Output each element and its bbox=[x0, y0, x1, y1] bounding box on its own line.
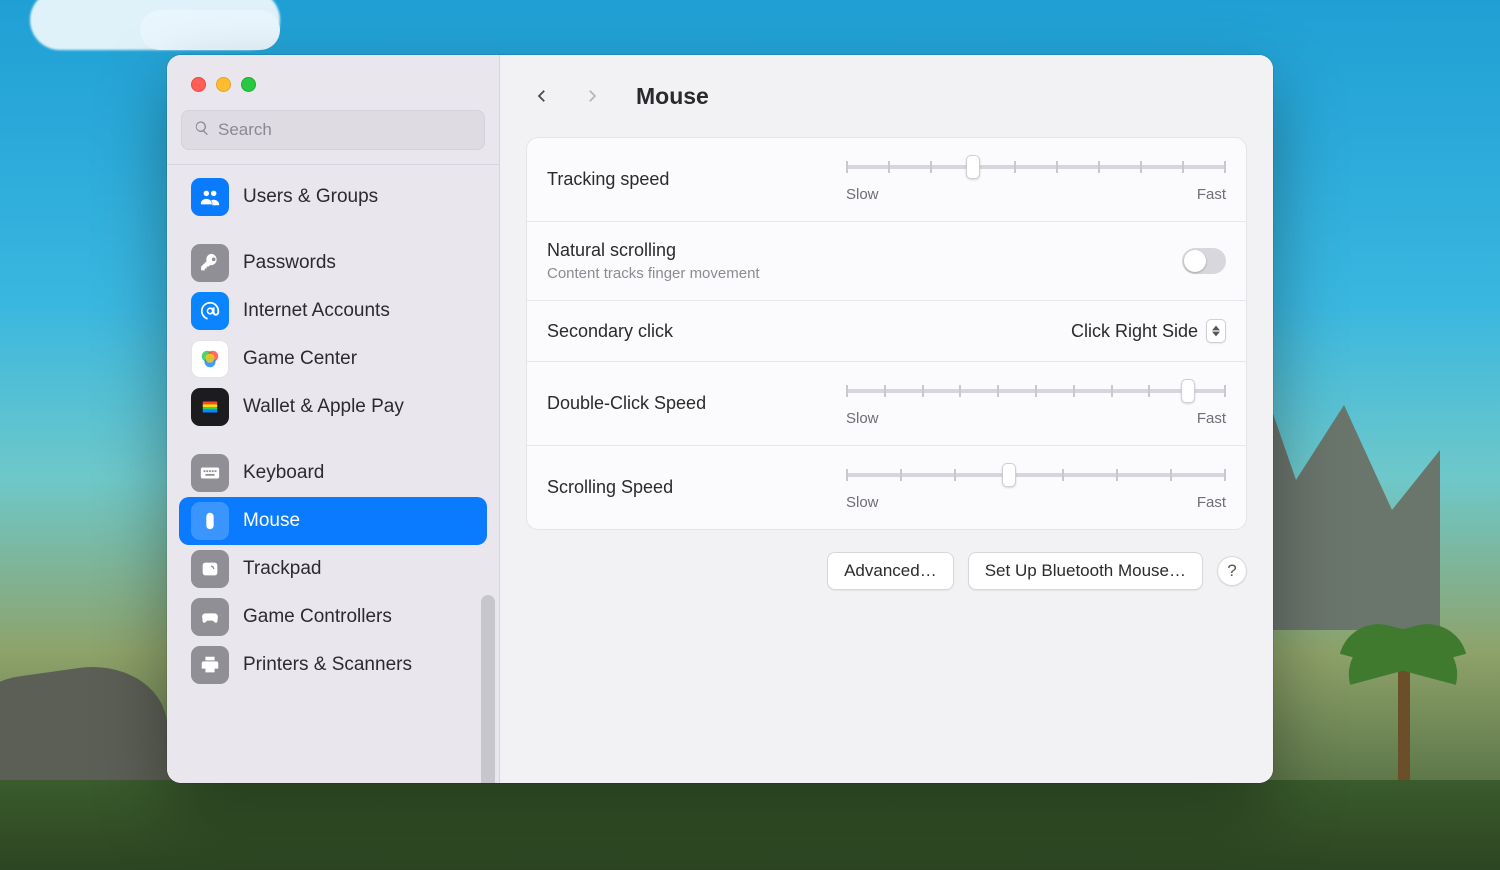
sidebar-items: Users & Groups Passwords Internet Accoun… bbox=[167, 165, 499, 783]
scrolling-speed-slider[interactable] bbox=[846, 464, 1226, 486]
sidebar-item-game-center[interactable]: Game Center bbox=[179, 335, 487, 383]
slider-min-label: Slow bbox=[846, 494, 879, 511]
footer-buttons: Advanced… Set Up Bluetooth Mouse… ? bbox=[526, 552, 1247, 590]
secondary-click-label: Secondary click bbox=[547, 321, 673, 342]
minimize-window-button[interactable] bbox=[216, 77, 231, 92]
sidebar-scrollbar[interactable] bbox=[481, 595, 495, 783]
slider-min-label: Slow bbox=[846, 186, 879, 203]
sidebar-item-label: Passwords bbox=[243, 252, 336, 274]
sidebar: Users & Groups Passwords Internet Accoun… bbox=[167, 55, 500, 783]
slider-max-label: Fast bbox=[1197, 410, 1226, 427]
sidebar-item-wallet[interactable]: Wallet & Apple Pay bbox=[179, 383, 487, 431]
mouse-icon bbox=[191, 502, 229, 540]
search-field[interactable] bbox=[181, 110, 485, 150]
search-icon bbox=[194, 120, 210, 141]
header: Mouse bbox=[500, 55, 1273, 137]
controller-icon bbox=[191, 598, 229, 636]
users-icon bbox=[191, 178, 229, 216]
help-button[interactable]: ? bbox=[1217, 556, 1247, 586]
natural-scrolling-toggle[interactable] bbox=[1182, 248, 1226, 274]
gamecenter-icon bbox=[191, 340, 229, 378]
secondary-click-value: Click Right Side bbox=[1071, 321, 1198, 342]
printer-icon bbox=[191, 646, 229, 684]
natural-scrolling-label: Natural scrolling bbox=[547, 240, 760, 261]
sidebar-item-label: Printers & Scanners bbox=[243, 654, 412, 676]
secondary-click-select[interactable]: Click Right Side bbox=[1071, 319, 1226, 343]
sidebar-item-label: Keyboard bbox=[243, 462, 324, 484]
updown-stepper-icon bbox=[1206, 319, 1226, 343]
at-icon bbox=[191, 292, 229, 330]
row-double-click-speed: Double-Click Speed Slow Fast bbox=[527, 362, 1246, 446]
sidebar-item-label: Users & Groups bbox=[243, 186, 378, 208]
main-pane: Mouse Tracking speed Slow Fast bbox=[500, 55, 1273, 783]
sidebar-item-game-controllers[interactable]: Game Controllers bbox=[179, 593, 487, 641]
back-button[interactable] bbox=[526, 80, 558, 112]
tracking-speed-slider[interactable] bbox=[846, 156, 1226, 178]
page-title: Mouse bbox=[636, 83, 709, 110]
sidebar-item-passwords[interactable]: Passwords bbox=[179, 239, 487, 287]
zoom-window-button[interactable] bbox=[241, 77, 256, 92]
setup-bluetooth-mouse-button[interactable]: Set Up Bluetooth Mouse… bbox=[968, 552, 1203, 590]
sidebar-item-label: Game Controllers bbox=[243, 606, 392, 628]
row-scrolling-speed: Scrolling Speed Slow Fast bbox=[527, 446, 1246, 529]
natural-scrolling-sub: Content tracks finger movement bbox=[547, 265, 760, 282]
sidebar-item-label: Game Center bbox=[243, 348, 357, 370]
sidebar-item-printers[interactable]: Printers & Scanners bbox=[179, 641, 487, 689]
keyboard-icon bbox=[191, 454, 229, 492]
sidebar-item-label: Wallet & Apple Pay bbox=[243, 396, 404, 418]
scrolling-speed-label: Scrolling Speed bbox=[547, 477, 673, 498]
mouse-settings-card: Tracking speed Slow Fast Natural bbox=[526, 137, 1247, 530]
forward-button[interactable] bbox=[576, 80, 608, 112]
sidebar-item-label: Mouse bbox=[243, 510, 300, 532]
slider-max-label: Fast bbox=[1197, 494, 1226, 511]
window-controls bbox=[167, 55, 499, 92]
row-secondary-click: Secondary click Click Right Side bbox=[527, 301, 1246, 362]
advanced-button[interactable]: Advanced… bbox=[827, 552, 954, 590]
sidebar-item-mouse[interactable]: Mouse bbox=[179, 497, 487, 545]
tracking-speed-label: Tracking speed bbox=[547, 169, 669, 190]
row-tracking-speed: Tracking speed Slow Fast bbox=[527, 138, 1246, 222]
sidebar-item-internet-accounts[interactable]: Internet Accounts bbox=[179, 287, 487, 335]
sidebar-item-label: Internet Accounts bbox=[243, 300, 390, 322]
slider-max-label: Fast bbox=[1197, 186, 1226, 203]
double-click-speed-label: Double-Click Speed bbox=[547, 393, 706, 414]
system-settings-window: Users & Groups Passwords Internet Accoun… bbox=[167, 55, 1273, 783]
sidebar-item-label: Trackpad bbox=[243, 558, 322, 580]
trackpad-icon bbox=[191, 550, 229, 588]
row-natural-scrolling: Natural scrolling Content tracks finger … bbox=[527, 222, 1246, 301]
key-icon bbox=[191, 244, 229, 282]
sidebar-item-users-groups[interactable]: Users & Groups bbox=[179, 173, 487, 221]
close-window-button[interactable] bbox=[191, 77, 206, 92]
sidebar-item-trackpad[interactable]: Trackpad bbox=[179, 545, 487, 593]
wallet-icon bbox=[191, 388, 229, 426]
slider-min-label: Slow bbox=[846, 410, 879, 427]
sidebar-item-keyboard[interactable]: Keyboard bbox=[179, 449, 487, 497]
search-input[interactable] bbox=[218, 120, 472, 140]
double-click-speed-slider[interactable] bbox=[846, 380, 1226, 402]
